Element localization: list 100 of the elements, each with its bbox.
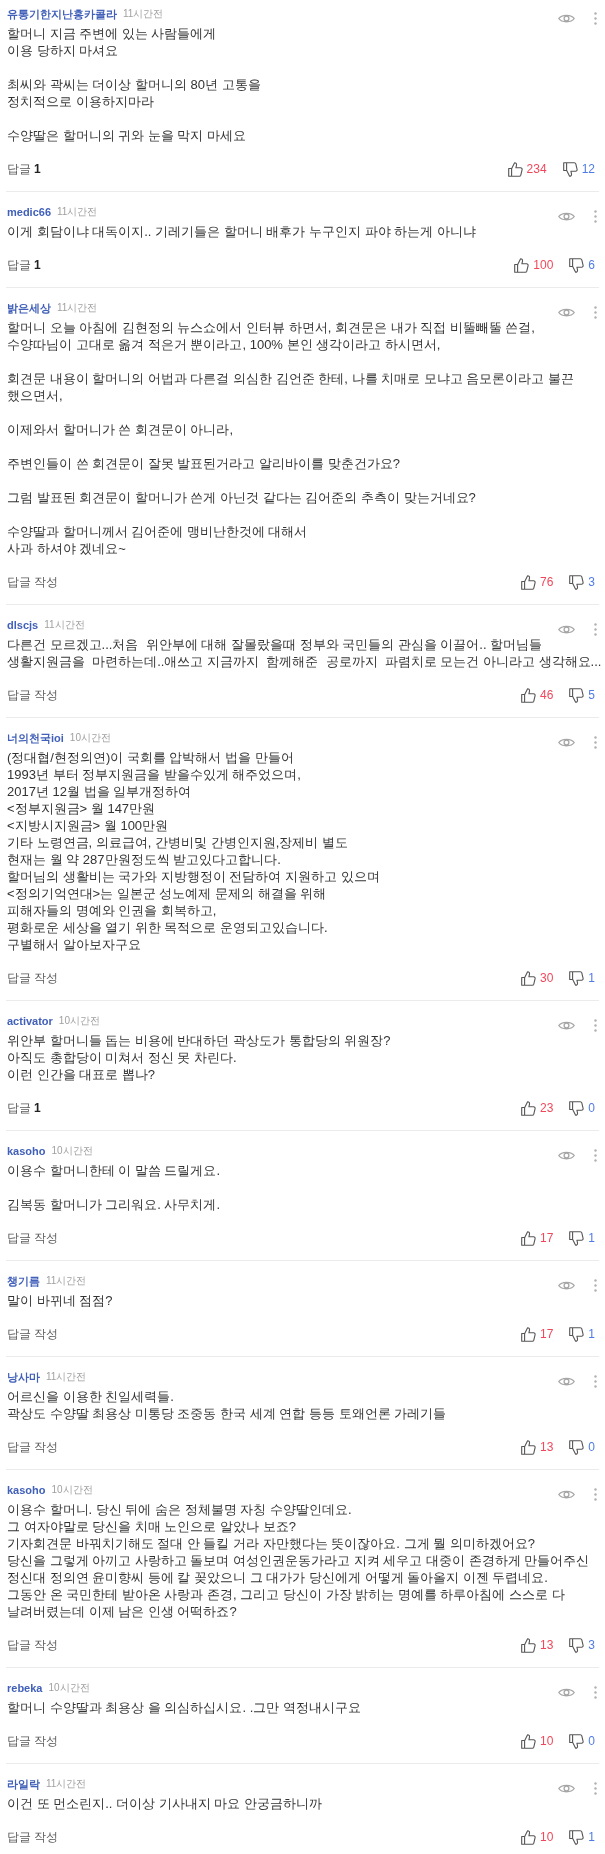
eye-icon[interactable] (558, 1020, 575, 1031)
eye-icon[interactable] (558, 737, 575, 748)
dislike-button[interactable]: 0 (569, 1733, 595, 1749)
thumbs-up-icon (520, 687, 536, 703)
eye-icon[interactable] (558, 1376, 575, 1387)
timestamp: 10시간전 (69, 731, 111, 745)
more-icon[interactable] (594, 1149, 597, 1162)
more-icon[interactable] (594, 1488, 597, 1501)
reply-button[interactable]: 답글 1 (7, 258, 41, 272)
more-icon[interactable] (594, 210, 597, 223)
more-icon[interactable] (594, 1019, 597, 1032)
thumbs-down-icon (569, 1100, 585, 1116)
reply-button[interactable]: 답글 1 (7, 162, 41, 176)
thumbs-down-icon (569, 1733, 585, 1749)
comment-text: 할머니 지금 주변에 있는 사람들에게 이용 당하지 마셔요 최씨와 곽씨는 더이상 할머니의 80년 고통을 정치적으로 이용하지마라 수양딸은 할머니의 귀와 눈을 막지 마세요 (7, 25, 262, 144)
author-link[interactable]: 너의천국ioi (7, 730, 64, 746)
reply-button[interactable]: 답글 작성 (7, 688, 59, 702)
thumbs-down-icon (569, 1439, 585, 1455)
like-button[interactable]: 17 (520, 1230, 554, 1246)
reply-button[interactable]: 답글 작성 (7, 1734, 59, 1748)
more-icon[interactable] (594, 1375, 597, 1388)
eye-icon[interactable] (558, 1489, 575, 1500)
eye-icon[interactable] (558, 1783, 575, 1794)
eye-icon[interactable] (558, 1687, 575, 1698)
like-button[interactable]: 10 (520, 1733, 554, 1749)
timestamp: 10시간전 (58, 1014, 100, 1028)
timestamp: 11시간전 (123, 7, 164, 21)
comment-text: 이용수 할머니한테 이 말씀 드릴게요. 김복동 할머니가 그리워요. 사무치게. (7, 1162, 222, 1213)
like-button[interactable]: 17 (520, 1326, 554, 1342)
dislike-button[interactable]: 1 (569, 970, 595, 986)
reply-button[interactable]: 답글 작성 (7, 575, 59, 589)
author-link[interactable]: 유통기한지난홍카콜라 (7, 6, 117, 22)
more-icon[interactable] (594, 1279, 597, 1292)
dislike-button[interactable]: 0 (569, 1100, 595, 1116)
thumbs-down-icon (569, 1326, 585, 1342)
eye-icon[interactable] (558, 211, 575, 222)
author-link[interactable]: rebeka (7, 1680, 43, 1696)
more-icon[interactable] (594, 1686, 597, 1699)
eye-icon[interactable] (558, 307, 575, 318)
eye-icon[interactable] (558, 1280, 575, 1291)
comment-text: 할머니 수양딸과 최용상 을 의심하십시요. .그만 역정내시구요 (7, 1699, 362, 1716)
more-icon[interactable] (594, 306, 597, 319)
thumbs-up-icon (520, 1100, 536, 1116)
thumbs-up-icon (520, 1637, 536, 1653)
dislike-button[interactable]: 3 (569, 1637, 595, 1653)
dislike-button[interactable]: 12 (562, 161, 595, 177)
more-icon[interactable] (594, 12, 597, 25)
eye-icon[interactable] (558, 624, 575, 635)
author-link[interactable]: dlscjs (7, 617, 39, 633)
comment-text: 할머니 오늘 아침에 김현정의 뉴스쇼에서 인터뷰 하면서, 회견문은 내가 직접 비뚤빼뚤 쓴걸, 수양따님이 고대로 옮겨 적은거 뿐이라고, 100% 본인 생각이라고 하시면서, 회견문 내용이 할머니의 어법과 다른걸 의심한 김언준 한테, 나를 치매로 모냐고 음모론이라고 불끈 했으면서, 이제와서 할머니가 쓴 회견문이 아니라, 주변인들이 쓴 회견문이 잘못 발표된거라고 알리바이를 맞춘건가요? 그럼 발표된 회견문이 할머니가 쓴게 아닌것 같다는 김어준의 추측이 맞는거네요? 수양딸과 할머니께서 김어준에 맹비난한것에 대해서 사과 하셔야 겠네요~ (7, 319, 575, 557)
more-icon[interactable] (594, 623, 597, 636)
dislike-button[interactable]: 5 (569, 687, 595, 703)
comment-text: 말이 바뀌네 점점? (7, 1292, 114, 1309)
comment-text: 이게 회담이냐 대독이지.. 기레기들은 할머니 배후가 누구인지 파야 하는게 아니냐 (7, 223, 477, 240)
like-button[interactable]: 13 (520, 1439, 554, 1455)
author-link[interactable]: 밝은세상 (7, 300, 51, 316)
eye-icon[interactable] (558, 13, 575, 24)
eye-icon[interactable] (558, 1150, 575, 1161)
thumbs-up-icon (507, 161, 523, 177)
like-button[interactable]: 30 (520, 970, 554, 986)
more-icon[interactable] (594, 736, 597, 749)
comment-text: 이용수 할머니. 당신 뒤에 숨은 정체불명 자칭 수양딸인데요. 그 여자야말로 당신을 치매 노인으로 알았나 보죠? 기자회견문 바꿔치기해도 절대 안 들킬 거라 자만했다는 뜻이잖아요. 그게 뭘 의미하겠어요? 당신을 그렇게 아끼고 사랑하고 돌보며 여성인권운동가라고 지켜 세우고 대중이 존경하게 만들어주신 정신대 정의연 윤미향씨 등에 칼 꽂았으니 그 대가가 당신에게 어떻게 돌아올지 이젠 두렵네요. 그동안 온 국민한테 받아온 사랑과 존경, 그리고 당신이 가장 밝히는 명예를 하루아침에 스스로 다 날려버렸는데 이제 남은 인생 어떡하죠? (7, 1501, 591, 1620)
author-link[interactable]: medic66 (7, 204, 52, 220)
like-button[interactable]: 100 (514, 257, 554, 273)
author-link[interactable]: 챙기름 (7, 1273, 40, 1289)
author-link[interactable]: kasoho (7, 1143, 46, 1159)
reply-button[interactable]: 답글 작성 (7, 1327, 59, 1341)
dislike-button[interactable]: 1 (569, 1829, 595, 1845)
dislike-button[interactable]: 1 (569, 1230, 595, 1246)
like-button[interactable]: 234 (507, 161, 547, 177)
thumbs-down-icon (569, 574, 585, 590)
more-icon[interactable] (594, 1782, 597, 1795)
dislike-button[interactable]: 6 (569, 257, 595, 273)
reply-button[interactable]: 답글 1 (7, 1101, 41, 1115)
comment-text: 이건 또 먼소린지.. 더이상 기사내지 마요 안궁금하니까 (7, 1795, 323, 1812)
author-link[interactable]: activator (7, 1013, 53, 1029)
dislike-button[interactable]: 0 (569, 1439, 595, 1455)
reply-button[interactable]: 답글 작성 (7, 1440, 59, 1454)
comment-text: (정대협/현정의연)이 국회를 압박해서 법을 만들어 1993년 부터 정부지원금을 받을수있게 해주었으며, 2017년 12월 법을 일부개정하여 <정부지원금> 월 147만원 <지방시지원금> 월 100만원 기타 노령연금, 의료급여, 간병비및 간병인지원,장제비 별도 현재는 월 약 287만원정도씩 받고있다고합니다. 할머님의 생활비는 국가와 지방행정이 전담하여 지원하고 있으며 <정의기억연대>는 일본군 성노예제 문제의 해결을 위해 피해자들의 명예와 인권을 회복하고, 평화로운 세상을 열기 위한 목적으로 운영되고있습니다. 구별해서 알아보자구요 (7, 749, 381, 953)
author-link[interactable]: 라일락 (7, 1776, 40, 1792)
dislike-button[interactable]: 3 (569, 574, 595, 590)
thumbs-down-icon (569, 687, 585, 703)
author-link[interactable]: kasoho (7, 1482, 46, 1498)
dislike-button[interactable]: 1 (569, 1326, 595, 1342)
like-button[interactable]: 10 (520, 1829, 554, 1845)
timestamp: 11시간전 (46, 1370, 87, 1384)
like-button[interactable]: 13 (520, 1637, 554, 1653)
reply-button[interactable]: 답글 작성 (7, 971, 59, 985)
thumbs-up-icon (520, 970, 536, 986)
like-button[interactable]: 76 (520, 574, 554, 590)
timestamp: 10시간전 (51, 1144, 93, 1158)
reply-button[interactable]: 답글 작성 (7, 1638, 59, 1652)
thumbs-up-icon (520, 1439, 536, 1455)
reply-button[interactable]: 답글 작성 (7, 1231, 59, 1245)
comment-text: 어르신을 이용한 친일세력들. 곽상도 수양딸 최용상 미통당 조중동 한국 세계 연합 등등 토왜언론 가레기들 (7, 1388, 448, 1422)
thumbs-down-icon (569, 1829, 585, 1845)
reply-button[interactable]: 답글 작성 (7, 1830, 59, 1844)
like-button[interactable]: 46 (520, 687, 554, 703)
like-button[interactable]: 23 (520, 1100, 554, 1116)
author-link[interactable]: 낭사마 (7, 1369, 40, 1385)
